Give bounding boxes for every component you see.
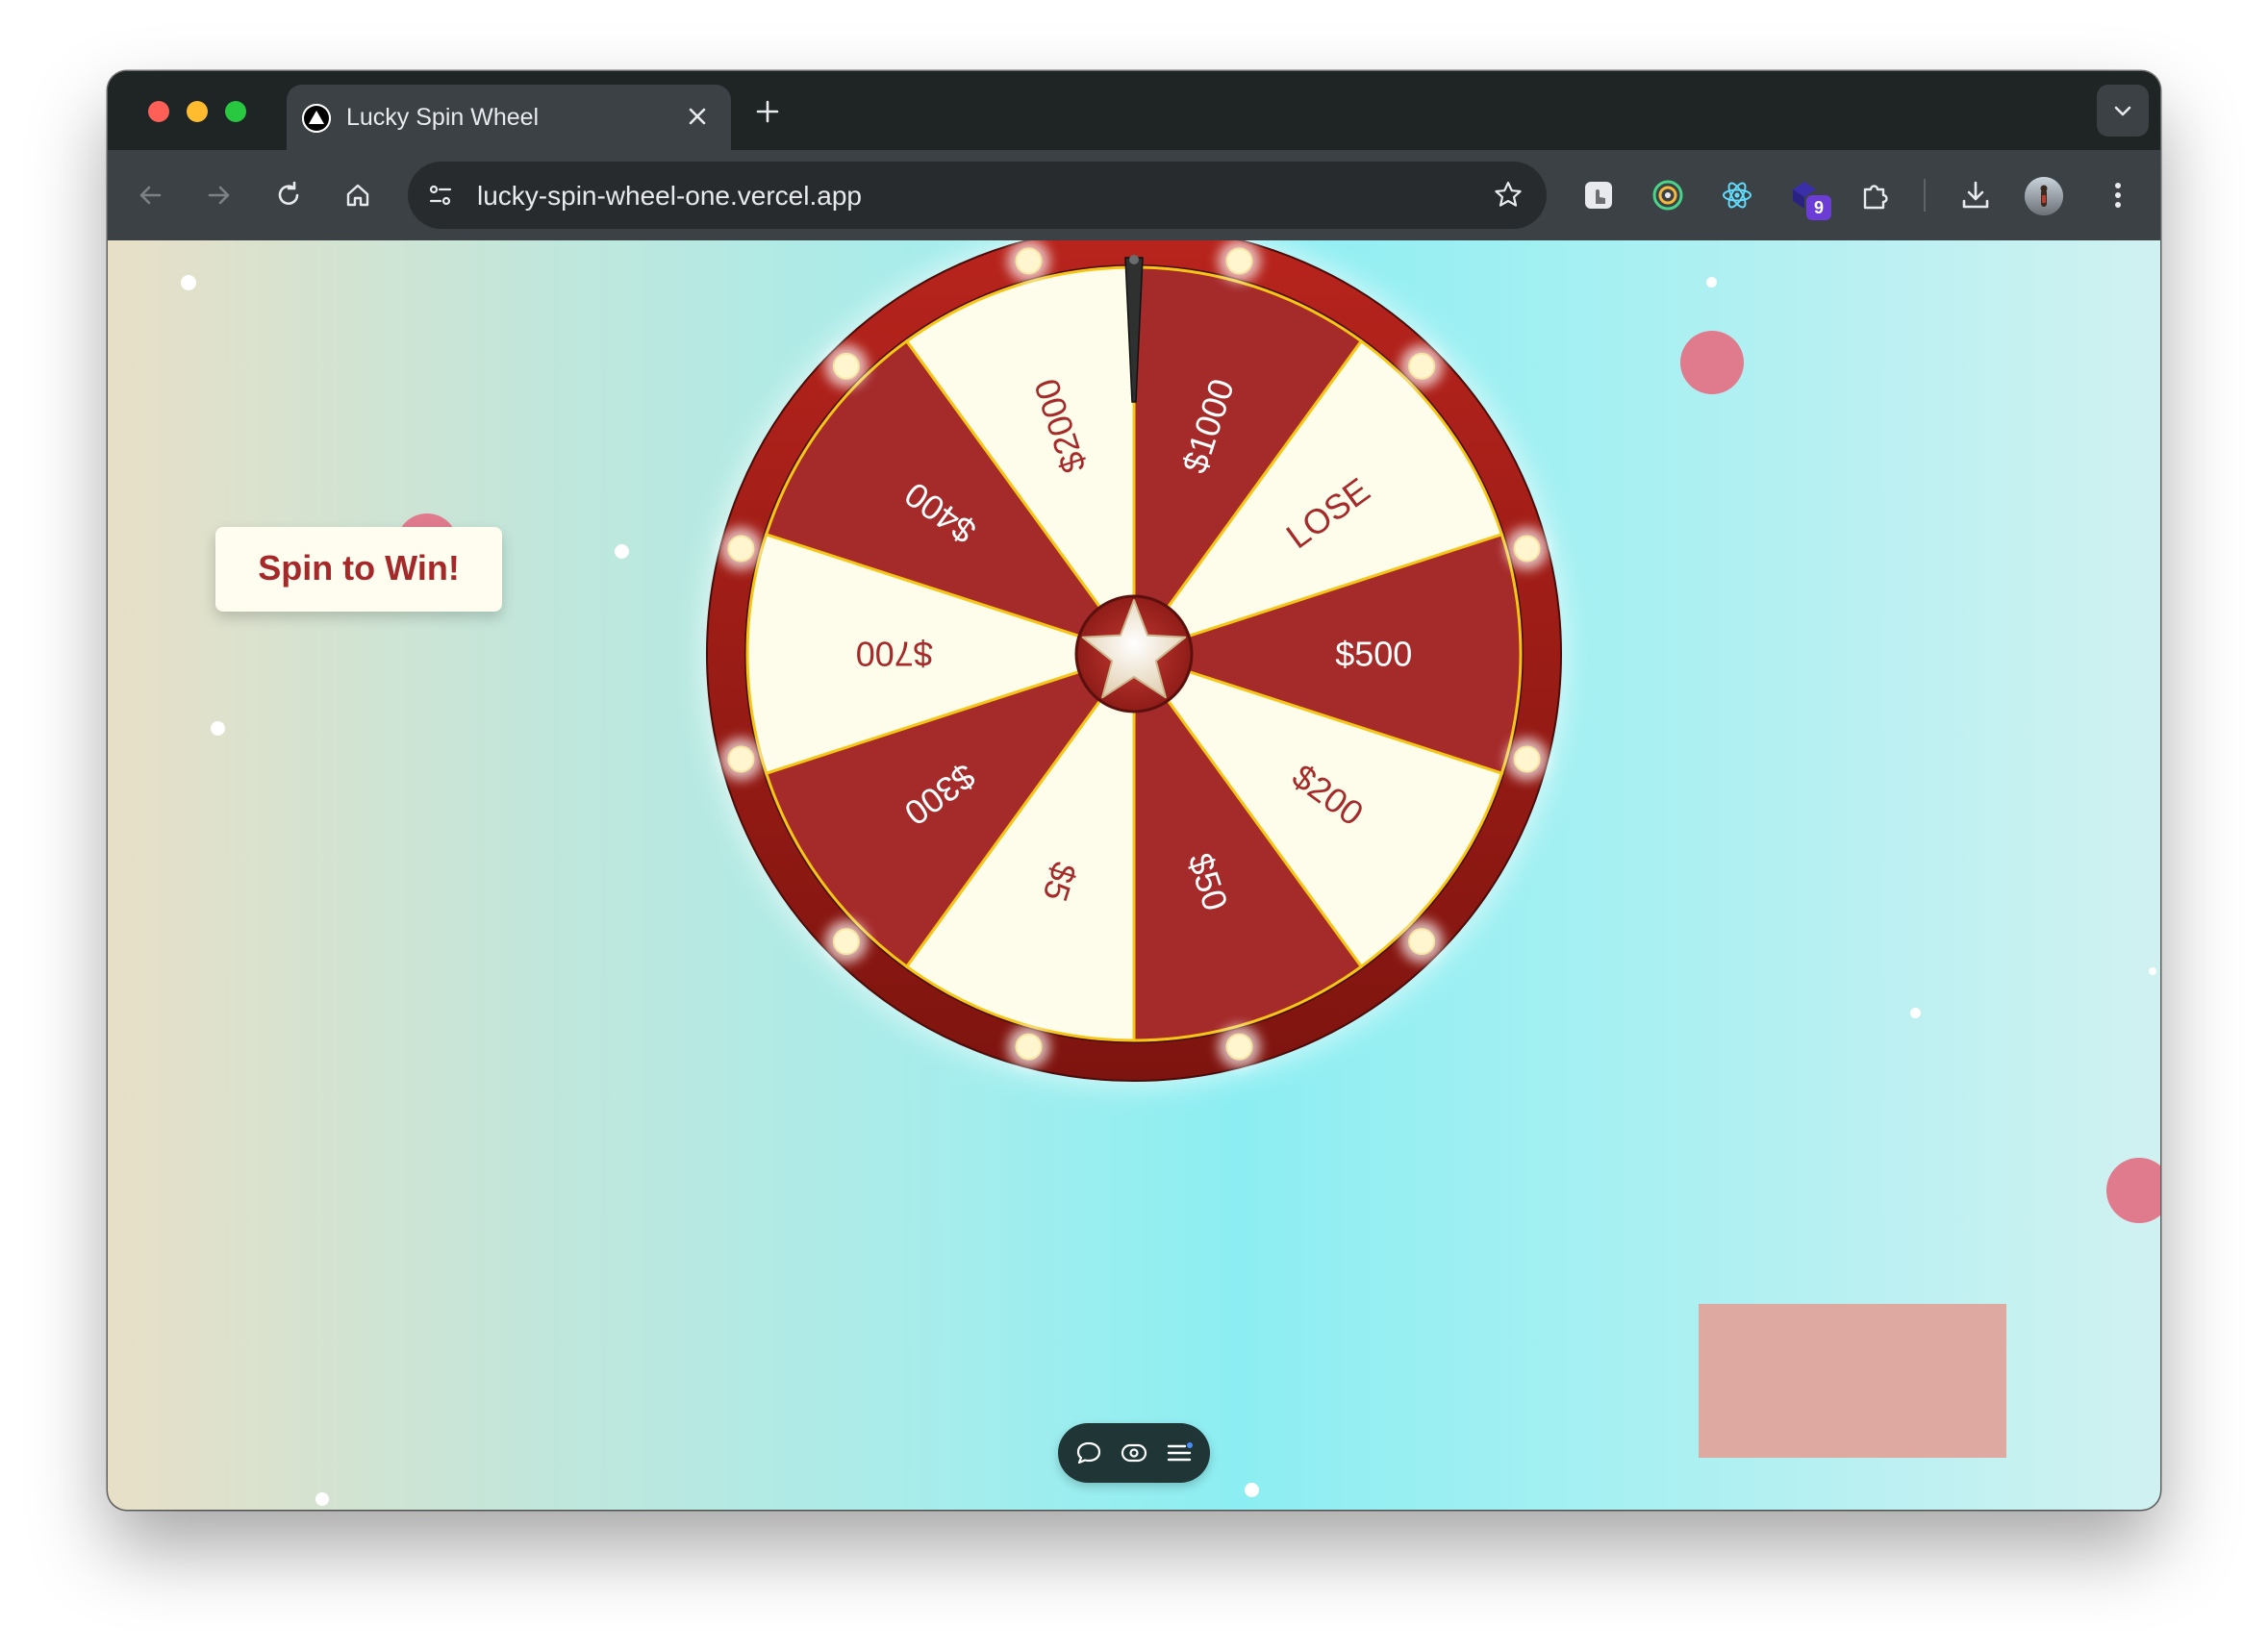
- tab-search-button[interactable]: [2097, 85, 2149, 137]
- tab-close-icon[interactable]: [681, 100, 714, 133]
- extension-target-icon[interactable]: [1651, 178, 1685, 213]
- preview-toggle-icon[interactable]: [1119, 1438, 1149, 1468]
- tab-title: Lucky Spin Wheel: [346, 104, 540, 131]
- forward-arrow-icon[interactable]: [202, 178, 237, 213]
- rim-light: [1015, 1033, 1043, 1061]
- url-text[interactable]: lucky-spin-wheel-one.vercel.app: [477, 181, 862, 212]
- rim-light: [1513, 535, 1541, 563]
- rim-light: [727, 745, 755, 773]
- rim-light: [1513, 745, 1541, 773]
- page-content: Spin to Win! $1000 LOSE $500 $200 $50 $5…: [108, 240, 2160, 1510]
- minimize-window-button[interactable]: [187, 101, 208, 122]
- prize-wheel[interactable]: $1000LOSE$500$200$50$5$300$700$400$2000: [108, 240, 2160, 1510]
- extension-badge-count: 9: [1806, 195, 1831, 220]
- close-window-button[interactable]: [148, 101, 169, 122]
- toolbar-divider: [1924, 179, 1926, 212]
- comment-icon[interactable]: [1073, 1438, 1104, 1468]
- browser-window: Lucky Spin Wheel lucky-spin-wheel-one.ve…: [108, 71, 2160, 1510]
- rim-light: [1015, 247, 1043, 275]
- address-bar[interactable]: lucky-spin-wheel-one.vercel.app: [408, 162, 1547, 229]
- profile-avatar[interactable]: [2024, 176, 2064, 216]
- wheel-segment-label: $700: [856, 635, 933, 674]
- more-menu-icon[interactable]: [2101, 178, 2135, 213]
- new-tab-icon[interactable]: [752, 96, 783, 127]
- wheel-pointer-pin: [1129, 255, 1139, 264]
- bookmark-star-icon[interactable]: [1491, 178, 1525, 213]
- menu-icon[interactable]: [1164, 1438, 1195, 1468]
- maximize-window-button[interactable]: [225, 101, 246, 122]
- home-icon[interactable]: [340, 178, 375, 213]
- browser-tab[interactable]: Lucky Spin Wheel: [287, 85, 731, 150]
- vercel-favicon-icon: [302, 104, 331, 133]
- rim-light: [1408, 928, 1436, 956]
- download-icon[interactable]: [1958, 178, 1993, 213]
- extension-badge-icon[interactable]: 9: [1789, 178, 1831, 220]
- rim-light: [1225, 247, 1253, 275]
- back-arrow-icon[interactable]: [133, 178, 167, 213]
- site-settings-icon[interactable]: [423, 178, 458, 213]
- wheel-segment-label: $500: [1335, 635, 1412, 674]
- react-devtools-icon[interactable]: [1720, 178, 1754, 213]
- rim-light: [1408, 352, 1436, 380]
- reload-icon[interactable]: [271, 178, 306, 213]
- browser-toolbar: lucky-spin-wheel-one.vercel.app 9: [108, 150, 2160, 240]
- extension-touch-icon[interactable]: [1581, 178, 1616, 213]
- rim-light: [832, 352, 860, 380]
- vercel-dev-toolbar[interactable]: [1058, 1423, 1210, 1483]
- rim-light: [1225, 1033, 1253, 1061]
- tab-strip: Lucky Spin Wheel: [108, 71, 2160, 150]
- chevron-down-icon: [2114, 106, 2131, 116]
- rim-light: [832, 928, 860, 956]
- rim-light: [727, 535, 755, 563]
- extensions-puzzle-icon[interactable]: [1858, 178, 1893, 213]
